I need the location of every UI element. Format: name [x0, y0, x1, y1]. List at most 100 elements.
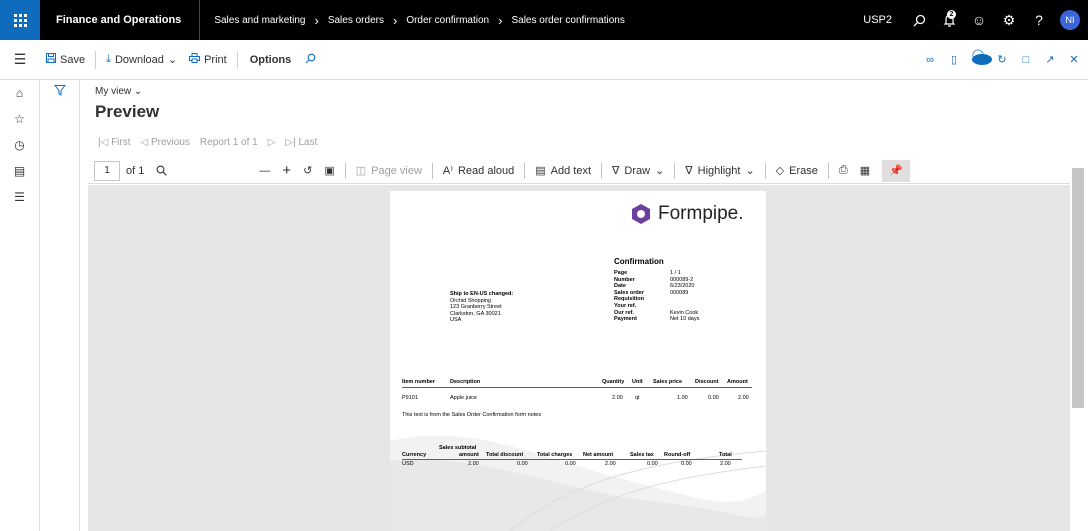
refresh-icon[interactable]: ↻ [992, 53, 1012, 66]
col-subtotal-amount: amount [459, 452, 479, 458]
chevron-down-icon: ⌄ [745, 165, 755, 177]
page-total: of 1 [126, 164, 145, 177]
logo-text: Formpipe. [658, 203, 744, 224]
previous-page-button[interactable]: ◁ Previous [141, 137, 190, 148]
formpipe-logo-icon [630, 203, 652, 225]
meta-key: Your ref. [614, 302, 637, 309]
action-pane: ☰ Save ⤓ Download ⌄ Print Options ∞ ▯ 0 … [0, 40, 1088, 80]
read-aloud-icon: A⁾ [442, 165, 453, 177]
hamburger-menu-icon[interactable]: ☰ [0, 51, 40, 68]
save-icon [46, 53, 56, 66]
chevron-right-icon: › [498, 12, 503, 28]
meta-value: 6/23/2020 [670, 283, 695, 290]
workspaces-icon[interactable]: ▤ [14, 164, 25, 178]
highlighter-icon: ∇ [685, 165, 693, 177]
meta-key: Our ref. [614, 309, 634, 316]
highlight-button[interactable]: ∇ Highlight ⌄ [679, 164, 760, 178]
document-title: Confirmation [614, 257, 664, 266]
erase-button[interactable]: ◇ Erase [770, 164, 824, 178]
star-favorites-icon[interactable]: ☆ [14, 112, 25, 126]
printer-icon [189, 53, 201, 66]
view-selector[interactable]: My view ⌄ [95, 86, 142, 97]
scrollbar-thumb[interactable] [1072, 168, 1084, 408]
save-disk-icon[interactable]: ▦ [854, 164, 876, 177]
company-picker[interactable]: USP2 [863, 14, 904, 26]
app-launcher-button[interactable] [0, 0, 40, 40]
notification-count-badge: 2 [947, 10, 956, 19]
order-notes: This text is from the Sales Order Confir… [402, 412, 542, 418]
eraser-icon: ◇ [775, 165, 785, 177]
draw-pen-icon: ∇ [612, 165, 620, 177]
read-aloud-button[interactable]: A⁾ Read aloud [437, 164, 520, 178]
download-button[interactable]: ⤓ Download ⌄ [100, 40, 183, 80]
pdf-viewer-toolbar: 1 of 1 — + ↺ ▣ ◫ Page view A⁾ Read aloud ▤… [88, 158, 1070, 184]
divider [601, 162, 603, 179]
close-icon[interactable]: ✕ [1064, 53, 1084, 66]
divider [236, 50, 238, 69]
address-line: USA [450, 317, 462, 324]
search-icon[interactable] [904, 0, 934, 40]
waffle-icon [13, 13, 27, 27]
options-tab[interactable]: Options [242, 40, 300, 80]
office-icon[interactable]: ▯ [944, 53, 964, 66]
zoom-in-plus-icon[interactable]: + [276, 162, 297, 179]
col-total: Total [719, 452, 732, 458]
draw-button[interactable]: ∇ Draw ⌄ [606, 164, 670, 178]
printer-icon[interactable]: ⎙ [833, 164, 854, 177]
modules-list-icon[interactable]: ☰ [14, 190, 25, 204]
header-rule [402, 387, 752, 388]
find-search-icon[interactable] [150, 165, 173, 176]
col-sales-price: Sales price [653, 379, 683, 385]
home-icon[interactable]: ⌂ [16, 86, 23, 100]
help-icon[interactable]: ? [1024, 0, 1054, 40]
message-count-badge: 0 [972, 53, 992, 65]
download-icon: ⤓ [106, 53, 111, 65]
breadcrumb-item[interactable]: Sales orders [328, 15, 384, 26]
line-quantity: 2.00 [612, 395, 623, 401]
col-amount: Amount [727, 379, 748, 385]
comment-icon[interactable]: □ [1016, 54, 1036, 66]
totals-subtotal: 2.00 [468, 461, 479, 467]
page-view-button[interactable]: ◫ Page view [350, 164, 428, 178]
zoom-out-minus-icon[interactable]: — [253, 165, 276, 177]
app-name[interactable]: Finance and Operations [40, 0, 201, 40]
action-search-button[interactable] [299, 40, 322, 80]
breadcrumb-item[interactable]: Sales order confirmations [511, 15, 624, 26]
totals-rule [402, 459, 742, 460]
pin-toolbar-icon[interactable]: 📌 [882, 159, 911, 182]
filter-funnel-icon[interactable] [53, 84, 66, 531]
decorative-swirl-graphic [390, 435, 766, 531]
last-page-button[interactable]: ▷| Last [285, 137, 317, 148]
rotate-icon[interactable]: ↺ [297, 164, 318, 177]
page-title: Preview [95, 102, 160, 121]
document-meta: Page 1 / 1 Number 000089-2 Date 6/23/2020 Sale… [614, 270, 730, 323]
breadcrumb-item[interactable]: Sales and marketing [214, 15, 305, 26]
col-net-amount: Net amount [583, 452, 614, 458]
add-text-button[interactable]: ▤ Add text [529, 164, 597, 178]
gear-icon[interactable]: ⚙ [994, 0, 1024, 40]
first-page-button[interactable]: |◁ First [98, 137, 131, 148]
meta-value [670, 296, 730, 303]
avatar[interactable]: NI [1060, 10, 1080, 30]
save-button[interactable]: Save [40, 40, 91, 80]
col-unit: Unit [632, 379, 643, 385]
page-number-input[interactable]: 1 [94, 160, 120, 181]
recent-clock-icon[interactable]: ◷ [14, 138, 24, 152]
next-page-button[interactable]: ▷ [268, 137, 276, 148]
link-icon[interactable]: ∞ [920, 54, 940, 66]
open-in-new-window-icon[interactable]: ↗ [1040, 53, 1060, 66]
fit-to-width-icon[interactable]: ▣ [318, 164, 340, 177]
smiley-feedback-icon[interactable]: ☺ [964, 0, 994, 40]
meta-key: Requisition [614, 296, 644, 303]
line-item-number: P9101 [402, 395, 418, 401]
meta-value: Kevin Cook [670, 309, 699, 316]
notifications-bell-icon[interactable]: 2 [934, 0, 964, 40]
meta-key: Sales order [614, 289, 644, 296]
save-label: Save [60, 53, 86, 66]
col-discount: Discount [695, 379, 719, 385]
breadcrumb-item[interactable]: Order confirmation [406, 15, 489, 26]
print-button[interactable]: Print [183, 40, 233, 80]
message-center-icon[interactable]: ◯0 [968, 48, 992, 72]
chevron-down-icon: ⌄ [133, 86, 143, 97]
report-counter: Report 1 of 1 [199, 137, 258, 148]
